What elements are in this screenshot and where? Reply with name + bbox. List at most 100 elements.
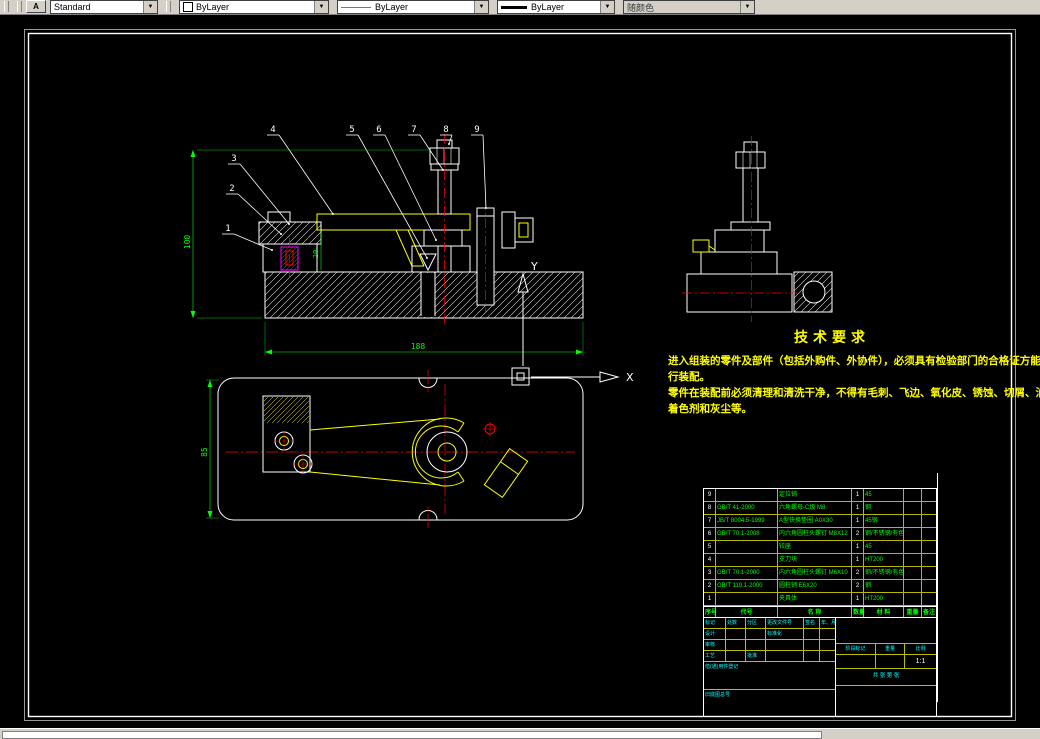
text-style-tool-icon[interactable]: A xyxy=(26,0,46,13)
command-line-strip[interactable] xyxy=(0,728,1040,739)
balloon-5: 5 xyxy=(346,125,428,259)
part-weight xyxy=(904,515,922,527)
parts-table-row: 9 定位销 1 45 xyxy=(704,489,936,502)
chevron-down-icon: ▼ xyxy=(740,1,754,13)
check-cell xyxy=(746,640,766,650)
weight-value xyxy=(876,655,905,668)
linetype-combo[interactable]: ByLayer ▼ xyxy=(337,0,489,14)
command-input[interactable] xyxy=(2,731,822,739)
part-code xyxy=(716,554,778,566)
revision-h3: 更改文件号 xyxy=(766,618,804,628)
part-qty: 2 xyxy=(852,580,864,592)
chevron-down-icon[interactable]: ▼ xyxy=(600,1,614,13)
part-name: 内六角圆柱头螺钉 M6X10 xyxy=(778,567,852,579)
tech-requirements-body: 进入组装的零件及部件（包括外购件、外协件），必须具有检验部门的合格证方能进 行装配… xyxy=(668,353,1040,417)
part-remark xyxy=(922,515,936,527)
svg-text:7: 7 xyxy=(411,125,416,135)
check-cell xyxy=(726,640,746,650)
drawing-name-cell xyxy=(836,618,936,644)
scale-label: 比例 xyxy=(915,646,926,652)
part-name: 支刀块 xyxy=(778,554,852,566)
part-material: 45钢 xyxy=(864,515,904,527)
part-code xyxy=(716,593,778,605)
check-label: 审核 xyxy=(704,640,726,650)
part-no: 8 xyxy=(704,502,716,514)
parts-table-row: 2 GB/T 119.1-2000 圆柱销 E6X20 2 钢 xyxy=(704,580,936,593)
part-material: 钢 xyxy=(864,580,904,592)
parts-table-row: 8 GB/T 41-2000 六角螺母-C级 M8 1 钢 xyxy=(704,502,936,515)
part-code: GB/T 70.1-2008 xyxy=(716,528,778,540)
lineweight-combo[interactable]: ByLayer ▼ xyxy=(497,0,615,14)
part-material: 钢 xyxy=(864,502,904,514)
part-weight xyxy=(904,489,922,501)
chevron-down-icon[interactable]: ▼ xyxy=(314,1,328,13)
front-view xyxy=(258,134,584,324)
linetype-sample-icon xyxy=(341,6,371,8)
parts-table-row: 4 支刀块 1 HT200 xyxy=(704,554,936,567)
part-weight xyxy=(904,541,922,553)
toolbar-grip[interactable] xyxy=(17,1,22,12)
parts-table: 9 定位销 1 45 8 GB/T 41-2000 六角螺母-C级 M8 1 钢… xyxy=(703,488,937,618)
drawing-viewport[interactable]: 1 2 3 4 5 6 7 8 9 100 188 20 85 Y X 技术要求… xyxy=(0,15,1040,728)
part-weight xyxy=(904,528,922,540)
svg-text:188: 188 xyxy=(411,342,426,351)
svg-text:85: 85 xyxy=(200,447,209,457)
revision-h4: 签名 xyxy=(804,618,820,628)
lineweight-sample-icon xyxy=(501,5,527,9)
part-name: 六角螺母-C级 M8 xyxy=(778,502,852,514)
toolbar-grip[interactable] xyxy=(166,1,171,12)
part-weight xyxy=(904,554,922,566)
scale-value: 1:1 xyxy=(915,658,926,665)
color-swatch-icon xyxy=(183,2,193,12)
svg-text:9: 9 xyxy=(474,125,479,135)
check-cell xyxy=(766,640,804,650)
part-name: 内六角圆柱头螺钉 M8X12 xyxy=(778,528,852,540)
part-remark xyxy=(922,567,936,579)
chevron-down-icon[interactable]: ▼ xyxy=(474,1,488,13)
part-qty: 1 xyxy=(852,541,864,553)
parts-table-row: 6 GB/T 70.1-2008 内六角圆柱头螺钉 M8X12 2 钢/不锈钢/… xyxy=(704,528,936,541)
stage-values-row: 1:1 xyxy=(836,655,936,669)
part-material: 钢/不锈钢/有色金属 xyxy=(864,528,904,540)
revision-h5: 年、月、日 xyxy=(821,620,836,626)
part-code xyxy=(716,541,778,553)
plotstyle-combo: 随颜色 ▼ xyxy=(623,0,755,14)
parts-table-row: 5 铰座 1 45 xyxy=(704,541,936,554)
part-material: 45 xyxy=(864,489,904,501)
header-remark: 备注 xyxy=(923,610,936,616)
svg-text:6: 6 xyxy=(376,125,381,135)
chevron-down-icon[interactable]: ▼ xyxy=(143,1,157,13)
parts-rows: 9 定位销 1 45 8 GB/T 41-2000 六角螺母-C级 M8 1 钢… xyxy=(704,489,936,606)
part-weight xyxy=(904,567,922,579)
header-no: 序号 xyxy=(704,607,716,617)
design-cell xyxy=(726,629,746,639)
part-name: A型快换垫圈 A0X30 xyxy=(778,515,852,527)
color-combo[interactable]: ByLayer ▼ xyxy=(179,0,329,14)
design-row: 设计 标准化 xyxy=(704,629,835,640)
part-code: GB/T 70.1-2000 xyxy=(716,567,778,579)
style-combo[interactable]: Standard ▼ xyxy=(50,0,158,14)
old-base-cell: 旧底图总号 xyxy=(705,691,731,698)
sheets-label: 共 张 第 张 xyxy=(836,669,936,686)
header-material: 材 料 xyxy=(864,607,904,617)
parts-table-row: 3 GB/T 70.1-2000 内六角圆柱头螺钉 M6X10 2 钢/不锈钢/… xyxy=(704,567,936,580)
part-remark xyxy=(922,489,936,501)
process-cell xyxy=(766,651,804,661)
weight-label: 重量 xyxy=(876,644,905,654)
revision-h2: 分区 xyxy=(746,618,766,628)
part-remark xyxy=(922,554,936,566)
title-block-left: 标记 处数 分区 更改文件号 签名 年、月、日 设计 标准化 审核 xyxy=(704,618,836,716)
check-row: 审核 xyxy=(704,640,835,651)
part-code xyxy=(716,489,778,501)
balloon-2: 2 xyxy=(226,184,282,235)
toolbar-grip[interactable] xyxy=(4,1,9,12)
svg-text:5: 5 xyxy=(349,125,354,135)
header-weight: 重量 xyxy=(904,607,922,617)
part-code: JB/T 8004.5-1999 xyxy=(716,515,778,527)
part-weight xyxy=(904,593,922,605)
parts-table-row: 1 夹具体 1 HT200 xyxy=(704,593,936,606)
tech-requirements-line: 着色剂和灰尘等。 xyxy=(668,403,752,415)
header-qty: 数量 xyxy=(852,607,864,617)
part-weight xyxy=(904,502,922,514)
header-code: 代号 xyxy=(716,607,778,617)
